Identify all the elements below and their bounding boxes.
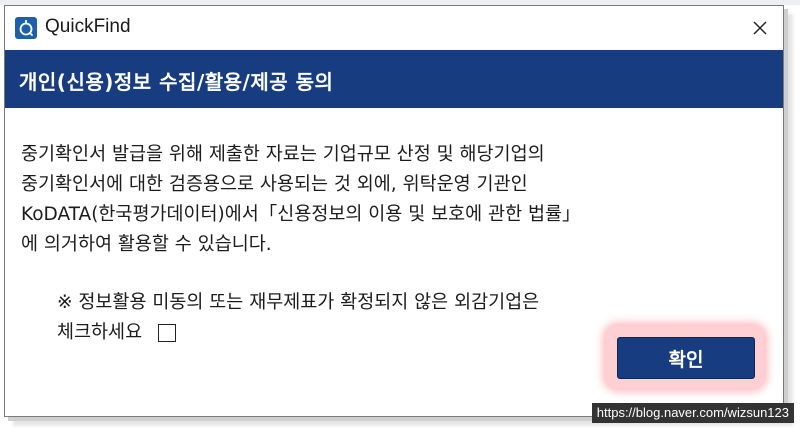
external-audit-checkbox[interactable]	[158, 324, 177, 342]
blog-watermark: https://blog.naver.com/wizsun123	[591, 403, 794, 423]
title-bar[interactable]: QuickFind	[5, 6, 783, 50]
close-button[interactable]	[737, 6, 783, 50]
body-line: 중기확인서 발급을 위해 제출한 자료는 기업규모 산정 및 해당기업의	[21, 144, 545, 165]
body-line: 에 의거하여 활용할 수 있습니다.	[21, 234, 272, 255]
consent-header: 개인(신용)정보 수집/활용/제공 동의	[5, 50, 783, 108]
consent-body: 중기확인서 발급을 위해 제출한 자료는 기업규모 산정 및 해당기업의 중기확…	[21, 140, 771, 260]
window-title: QuickFind	[45, 16, 131, 37]
body-line: 중기확인서에 대한 검증용으로 사용되는 것 외에, 위탁운영 기관인	[21, 174, 528, 195]
notice-line: ※ 정보활용 미동의 또는 재무제표가 확정되지 않은 외감기업은	[57, 292, 540, 313]
body-line: KoDATA(한국평가데이터)에서「신용정보의 이용 및 보호에 관한 법률」	[21, 204, 581, 225]
close-icon	[753, 21, 767, 35]
consent-title: 개인(신용)정보 수집/활용/제공 동의	[19, 70, 334, 94]
confirm-button[interactable]: 확인	[617, 337, 755, 379]
dialog-window: QuickFind 개인(신용)정보 수집/활용/제공 동의 중기확인서 발급을…	[4, 5, 784, 417]
search-app-icon	[15, 17, 37, 39]
checkbox-label: 체크하세요	[57, 322, 143, 343]
